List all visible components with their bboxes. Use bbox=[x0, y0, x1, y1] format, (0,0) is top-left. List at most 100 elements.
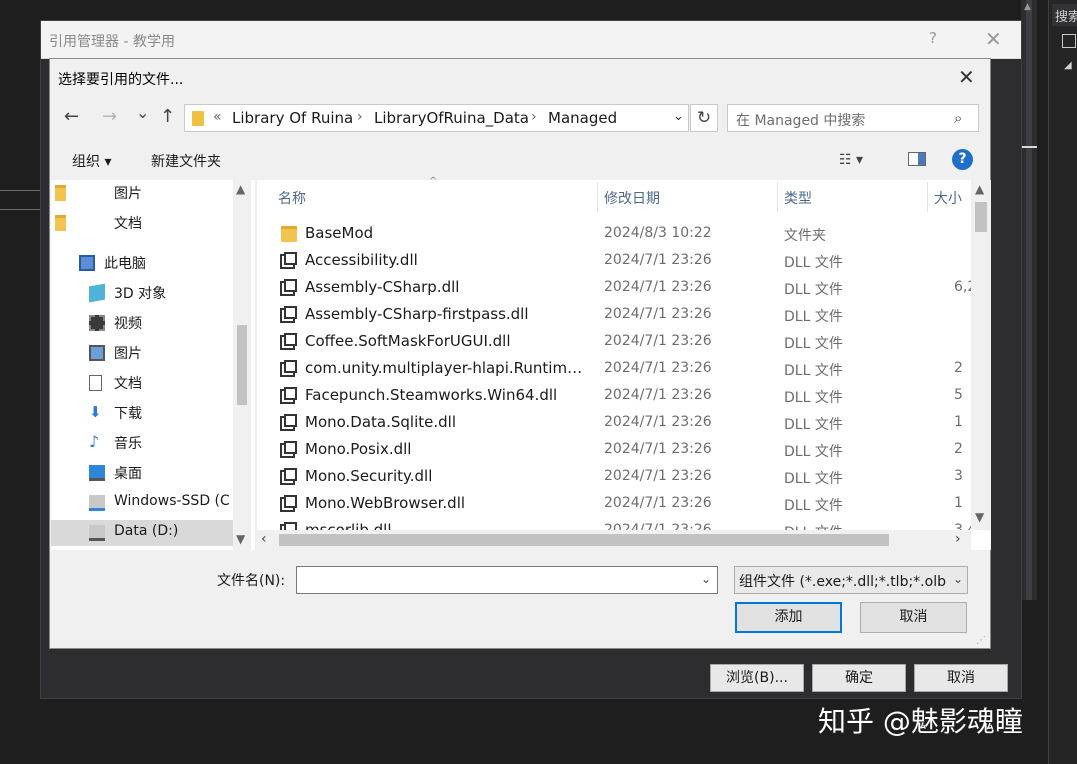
file-row[interactable]: Assembly-CSharp.dll 2024/7/1 23:26 DLL 文件 6… bbox=[277, 275, 971, 302]
file-size: 2 bbox=[954, 441, 963, 457]
file-row[interactable]: mscorlib.dll 2024/7/1 23:26 DLL 文件 3,4 bbox=[277, 518, 971, 530]
background-scroll-up-icon: ▲ bbox=[1024, 2, 1031, 12]
file-modified-date: 2024/7/1 23:26 bbox=[604, 414, 712, 430]
scroll-right-icon[interactable]: › bbox=[955, 531, 961, 547]
file-row[interactable]: BaseMod 2024/8/3 10:22 文件夹 bbox=[277, 221, 971, 248]
back-arrow-icon[interactable]: ← bbox=[64, 106, 79, 127]
help-icon[interactable]: ? bbox=[929, 29, 937, 47]
scroll-down-icon[interactable]: ▼ bbox=[975, 510, 984, 524]
forward-arrow-icon[interactable]: → bbox=[102, 106, 117, 127]
vertical-scrollbar-thumb[interactable] bbox=[975, 202, 987, 232]
file-modified-date: 2024/7/1 23:26 bbox=[604, 522, 712, 530]
nav-item[interactable]: 此电脑 bbox=[51, 250, 233, 276]
nav-item[interactable]: 图片 bbox=[51, 340, 233, 366]
breadcrumb-overflow[interactable]: « bbox=[213, 109, 222, 125]
resize-grip-icon[interactable]: ⋰ bbox=[976, 635, 986, 646]
organize-menu[interactable]: 组织 ▾ bbox=[72, 151, 111, 171]
address-bar[interactable]: « Library Of Ruina › LibraryOfRuina_Data… bbox=[184, 104, 689, 132]
cancel-button[interactable]: 取消 bbox=[860, 602, 967, 633]
nav-item-label: 文档 bbox=[114, 376, 142, 392]
chevron-down-icon[interactable]: ⌄ bbox=[953, 572, 963, 586]
file-row[interactable]: Accessibility.dll 2024/7/1 23:26 DLL 文件 bbox=[277, 248, 971, 275]
windows-drive-icon bbox=[89, 495, 105, 511]
breadcrumb-item[interactable]: LibraryOfRuina_Data bbox=[374, 109, 529, 127]
nav-item-label: Data (D:) bbox=[114, 523, 179, 539]
file-modified-date: 2024/7/1 23:26 bbox=[604, 252, 712, 268]
breadcrumb-separator-icon[interactable]: › bbox=[357, 109, 363, 125]
nav-item[interactable]: 桌面 bbox=[51, 460, 233, 486]
file-type: 文件夹 bbox=[784, 228, 826, 244]
browse-button[interactable]: 浏览(B)... bbox=[710, 664, 804, 692]
file-name: Assembly-CSharp.dll bbox=[305, 278, 460, 296]
nav-item[interactable]: 文档 bbox=[51, 370, 233, 396]
file-size: 6,2 bbox=[954, 279, 971, 295]
nav-item[interactable]: 图片 bbox=[51, 180, 233, 206]
file-type: DLL 文件 bbox=[784, 471, 843, 487]
dialog-close-icon[interactable]: ✕ bbox=[958, 65, 975, 89]
file-modified-date: 2024/8/3 10:22 bbox=[604, 225, 712, 241]
dll-file-icon bbox=[284, 387, 297, 400]
file-size: 2 bbox=[954, 360, 963, 376]
background-search-box[interactable]: 搜索 bbox=[1052, 4, 1077, 26]
breadcrumb-item[interactable]: Managed bbox=[548, 109, 617, 127]
file-list-horizontal-scrollbar[interactable]: ‹ › bbox=[257, 530, 971, 550]
preview-pane-icon[interactable] bbox=[908, 152, 926, 166]
nav-item[interactable]: ♪ 音乐 bbox=[51, 430, 233, 456]
ok-button[interactable]: 确定 bbox=[812, 664, 906, 692]
file-type-filter-value: 组件文件 (*.exe;*.dll;*.tlb;*.olb bbox=[739, 574, 946, 590]
file-type: DLL 文件 bbox=[784, 309, 843, 325]
dll-file-icon bbox=[284, 360, 297, 373]
nav-item-label: Windows-SSD (C bbox=[114, 493, 230, 509]
search-input[interactable]: 在 Managed 中搜索 ⌕ bbox=[727, 104, 979, 132]
nav-item-label: 音乐 bbox=[114, 436, 142, 452]
breadcrumb-separator-icon[interactable]: › bbox=[531, 109, 537, 125]
file-modified-date: 2024/7/1 23:26 bbox=[604, 441, 712, 457]
file-row[interactable]: com.unity.multiplayer-hlapi.Runtime.... 2… bbox=[277, 356, 971, 383]
search-placeholder: 在 Managed 中搜索 bbox=[736, 113, 866, 129]
scroll-down-icon[interactable]: ▼ bbox=[236, 532, 245, 546]
breadcrumb-item[interactable]: Library Of Ruina bbox=[232, 109, 353, 127]
file-name: Mono.Security.dll bbox=[305, 467, 433, 485]
refresh-icon[interactable]: ↻ bbox=[690, 104, 718, 132]
navigation-scrollbar-thumb[interactable] bbox=[237, 325, 247, 405]
music-icon: ♪ bbox=[89, 432, 100, 451]
navigation-pane[interactable]: 图片 文档 此电脑 3D 对象 视频 图片 文档 ⬇ 下载 ♪ 音乐 桌面 Windows-SSD (C… bbox=[51, 180, 255, 550]
view-options-icon[interactable]: ☷ ▾ bbox=[839, 152, 863, 168]
file-row[interactable]: Mono.WebBrowser.dll 2024/7/1 23:26 DLL 文件 1 bbox=[277, 491, 971, 518]
navigation-scrollbar[interactable]: ▲ ▼ bbox=[233, 180, 251, 550]
scroll-left-icon[interactable]: ‹ bbox=[261, 531, 267, 547]
nav-item[interactable]: ⬇ 下载 bbox=[51, 400, 233, 426]
close-icon[interactable]: ✕ bbox=[985, 27, 1002, 51]
nav-item[interactable]: Windows-SSD (C bbox=[51, 490, 233, 516]
filename-input[interactable]: ⌄ bbox=[296, 566, 718, 594]
new-folder-button[interactable]: 新建文件夹 bbox=[151, 151, 221, 171]
help-icon[interactable]: ? bbox=[952, 149, 973, 170]
file-type: DLL 文件 bbox=[784, 417, 843, 433]
file-row[interactable]: Facepunch.Steamworks.Win64.dll 2024/7/1 2… bbox=[277, 383, 971, 410]
scroll-up-icon[interactable]: ▲ bbox=[236, 182, 245, 196]
file-list-vertical-scrollbar[interactable]: ▲ ▼ bbox=[971, 180, 991, 530]
address-dropdown-chevron-icon[interactable]: ⌄ bbox=[673, 109, 684, 124]
file-row[interactable]: Mono.Security.dll 2024/7/1 23:26 DLL 文件 3 bbox=[277, 464, 971, 491]
nav-item[interactable]: 视频 bbox=[51, 310, 233, 336]
file-row[interactable]: Coffee.SoftMaskForUGUI.dll 2024/7/1 23:26… bbox=[277, 329, 971, 356]
recent-locations-chevron-icon[interactable]: ⌄ bbox=[136, 103, 149, 122]
pictures-icon bbox=[89, 345, 105, 361]
chevron-down-icon[interactable]: ⌄ bbox=[701, 572, 711, 586]
reference-manager-titlebar: 引用管理器 - 教学用 ? ✕ bbox=[41, 21, 1021, 59]
download-icon: ⬇ bbox=[89, 403, 102, 421]
horizontal-scrollbar-thumb[interactable] bbox=[279, 534, 889, 546]
file-row[interactable]: Assembly-CSharp-firstpass.dll 2024/7/1 23… bbox=[277, 302, 971, 329]
file-row[interactable]: Mono.Data.Sqlite.dll 2024/7/1 23:26 DLL 文件… bbox=[277, 410, 971, 437]
file-list[interactable]: ^ 名称 修改日期 类型 大小 BaseMod 2024/8/3 10:22 文件夹… bbox=[257, 176, 991, 550]
up-arrow-icon[interactable]: ↑ bbox=[160, 106, 175, 127]
nav-item[interactable]: Data (D:) bbox=[51, 520, 233, 546]
outer-cancel-button[interactable]: 取消 bbox=[914, 664, 1008, 692]
nav-item[interactable]: 文档 bbox=[51, 210, 233, 236]
file-row[interactable]: Mono.Posix.dll 2024/7/1 23:26 DLL 文件 2 bbox=[277, 437, 971, 464]
dll-file-icon bbox=[284, 252, 297, 265]
add-button[interactable]: 添加 bbox=[735, 602, 842, 633]
nav-item[interactable]: 3D 对象 bbox=[51, 280, 233, 306]
scroll-up-icon[interactable]: ▲ bbox=[975, 182, 984, 196]
file-type-filter[interactable]: 组件文件 (*.exe;*.dll;*.tlb;*.olb ⌄ bbox=[734, 566, 968, 594]
